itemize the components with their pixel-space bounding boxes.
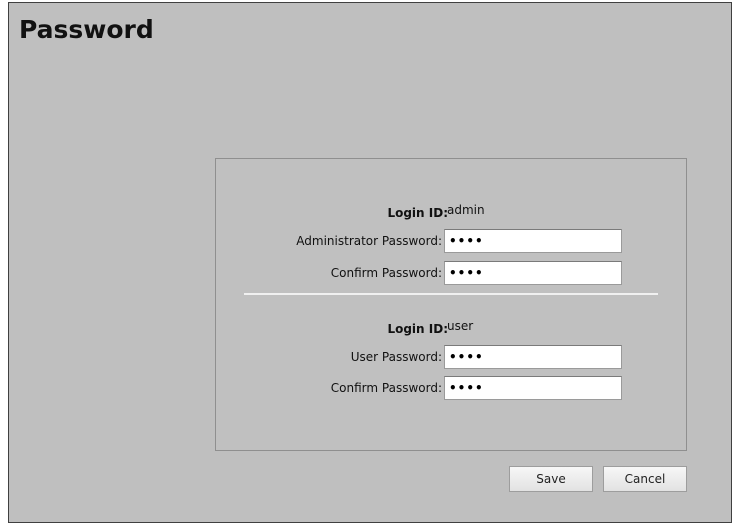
admin-password-label: Administrator Password: [296, 234, 442, 248]
admin-confirm-password-input[interactable] [444, 261, 622, 285]
admin-login-id-row: Login ID: [216, 203, 448, 225]
save-button[interactable]: Save [509, 466, 593, 492]
user-confirm-row: Confirm Password: [216, 378, 442, 400]
admin-confirm-row: Confirm Password: [216, 263, 442, 285]
user-confirm-password-input[interactable] [444, 376, 622, 400]
user-login-id-label: Login ID: [387, 322, 448, 336]
admin-password-row: Administrator Password: [216, 231, 442, 253]
page-title: Password [19, 15, 154, 44]
password-settings-window: Password Login ID: admin Administrator P… [8, 2, 732, 523]
password-panel: Login ID: admin Administrator Password: … [215, 158, 687, 451]
admin-confirm-password-label: Confirm Password: [330, 266, 442, 280]
admin-login-id-value: admin [447, 203, 485, 217]
user-password-input[interactable] [444, 345, 622, 369]
admin-login-id-label: Login ID: [387, 206, 448, 220]
user-login-id-row: Login ID: [216, 319, 448, 341]
user-confirm-password-label: Confirm Password: [330, 381, 442, 395]
user-password-row: User Password: [216, 347, 442, 369]
user-password-label: User Password: [350, 350, 442, 364]
cancel-button[interactable]: Cancel [603, 466, 687, 492]
admin-password-input[interactable] [444, 229, 622, 253]
section-divider [244, 293, 658, 295]
user-login-id-value: user [447, 319, 474, 333]
